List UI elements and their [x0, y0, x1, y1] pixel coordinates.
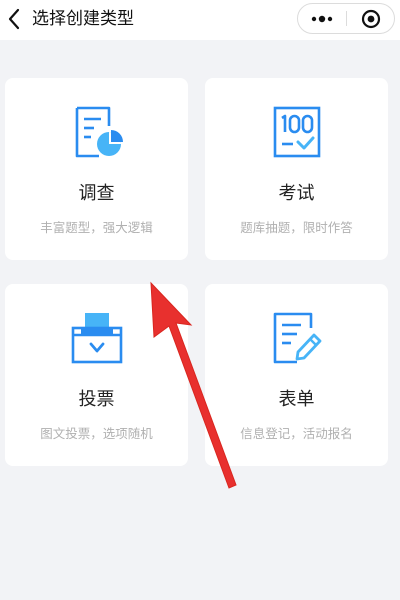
card-description: 丰富题型，强大逻辑 — [40, 220, 153, 235]
top-nav-bar: 选择创建类型 — [0, 0, 400, 40]
page-title: 选择创建类型 — [32, 9, 134, 29]
card-survey[interactable]: 调查 丰富题型，强大逻辑 — [5, 78, 188, 260]
mini-program-capsule — [297, 3, 395, 34]
card-vote[interactable]: 投票 图文投票，选项随机 — [5, 284, 188, 466]
ballot-box-icon — [71, 313, 123, 364]
card-description: 题库抽题，限时作答 — [240, 220, 353, 235]
card-title: 考试 — [278, 183, 315, 204]
form-edit-pencil-icon — [273, 312, 322, 364]
chevron-left-icon — [8, 8, 20, 30]
more-button[interactable] — [298, 4, 346, 33]
more-dots-icon — [311, 15, 333, 22]
card-description: 信息登记，活动报名 — [240, 426, 353, 441]
card-title: 表单 — [278, 389, 315, 410]
card-exam[interactable]: 考试 题库抽题，限时作答 — [205, 78, 388, 260]
exam-score-100-icon — [273, 106, 321, 158]
card-title: 投票 — [78, 389, 115, 410]
target-circle-icon — [361, 9, 380, 28]
card-description: 图文投票，选项随机 — [40, 426, 153, 441]
back-button[interactable] — [4, 6, 26, 32]
card-title: 调查 — [78, 183, 115, 204]
close-button[interactable] — [347, 4, 394, 33]
card-form[interactable]: 表单 信息登记，活动报名 — [205, 284, 388, 466]
survey-document-chart-icon — [75, 106, 123, 158]
